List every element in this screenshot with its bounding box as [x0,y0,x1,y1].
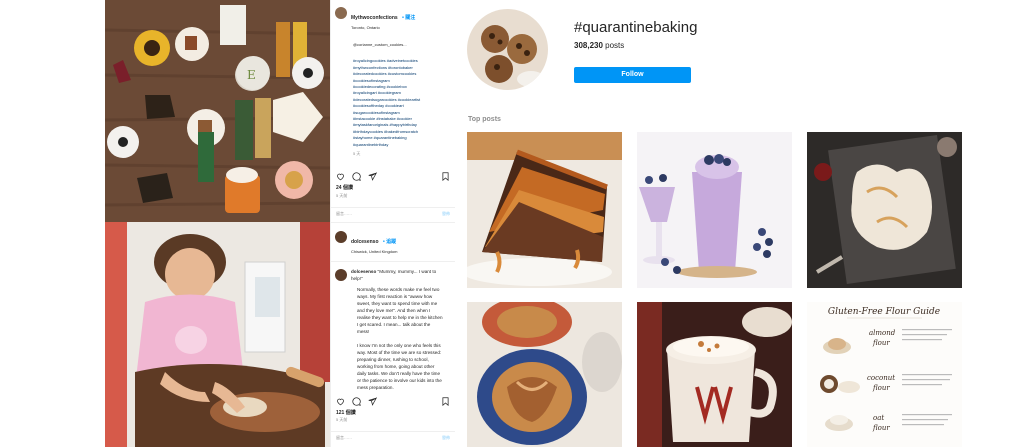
flour-name-coconut: coconut [867,374,895,382]
caption-age: 5 天 [353,151,361,157]
post-actions [336,397,450,406]
post-date: 5 天前 [336,417,348,422]
post-username[interactable]: Mythwoconfections [351,15,398,21]
hashtag-title: #quarantinebaking [574,19,698,36]
flour-name-almond-2: flour [872,339,890,347]
comment-input[interactable]: 留言…… [336,211,352,216]
post-comment-button[interactable]: 發佈 [442,211,450,216]
post-detail-panel-1: Mythwoconfections • 關注 Toronto, Ontario … [330,0,455,222]
flour-guide-title: Gluten-Free Flour Guide [828,307,940,317]
post-comment-button[interactable]: 發佈 [442,435,450,440]
post-detail-panel-2: dolcesenso • 追蹤 Chiswick, United Kingdom… [330,222,455,447]
follow-link[interactable]: • 關注 [402,15,415,21]
top-posts-label: Top posts [468,116,501,123]
top-post-caramel-cake[interactable] [467,132,622,288]
follow-link[interactable]: • 追蹤 [383,239,396,245]
comment-icon[interactable] [352,172,361,181]
post-location[interactable]: Toronto, Ontario [351,25,415,30]
caption-body: Normally, these words make me feel two w… [357,287,443,390]
post-header: dolcesenso • 追蹤 Chiswick, United Kingdom [331,223,455,258]
bookmark-icon[interactable] [441,397,450,406]
comment-username[interactable]: dolcesenso [351,269,376,274]
post-actions [336,172,450,181]
post-image-cookies[interactable]: E [105,0,330,222]
caption-comment: dolcesenso "Mummy, mummy... I want to he… [331,261,455,391]
flour-name-coconut-2: flour [872,384,890,392]
top-post-latte-mug[interactable] [637,302,792,447]
post-username[interactable]: dolcesenso [351,239,379,245]
flour-name-oat-2: flour [872,424,890,432]
post-mention[interactable]: @corianne_custom_cookies... [331,34,455,48]
top-post-cinnamon-buns[interactable] [467,302,622,447]
post-image-child-baking[interactable] [105,222,330,447]
hashtag-avatar [467,9,548,90]
follow-button[interactable]: Follow [574,67,691,83]
svg-text:E: E [247,68,256,82]
share-icon[interactable] [368,172,377,181]
bookmark-icon[interactable] [441,172,450,181]
avatar[interactable] [335,7,347,19]
post-location[interactable]: Chiswick, United Kingdom [351,249,397,254]
top-post-berry-smoothie[interactable] [637,132,792,288]
post-date: 5 天前 [336,193,348,198]
instagram-screenshot: E Mythwoconfections • 關注 Toronto, Ontari… [0,0,1020,447]
flour-name-oat: oat [873,414,884,422]
like-count[interactable]: 24 個讚 [336,184,353,191]
post-count-number: 308,230 [574,41,603,50]
comment-icon[interactable] [352,397,361,406]
top-post-meringue[interactable] [807,132,962,288]
comment-bar: 留言…… 發佈 [331,207,455,219]
avatar[interactable] [335,231,347,243]
like-count[interactable]: 121 個讚 [336,409,356,416]
flour-name-almond: almond [869,329,896,337]
post-count: 308,230 posts [574,41,624,50]
post-hashtags[interactable]: #royalicingcookies #adveinetcookies #myt… [331,48,455,148]
heart-icon[interactable] [336,397,345,406]
post-header: Mythwoconfections • 關注 Toronto, Ontario [331,0,455,34]
avatar[interactable] [335,269,347,281]
share-icon[interactable] [368,397,377,406]
top-post-flour-guide[interactable]: Gluten-Free Flour Guide almond flour coc… [807,302,962,447]
comment-bar: 留言…… 發佈 [331,431,455,443]
post-count-label: posts [602,41,625,50]
heart-icon[interactable] [336,172,345,181]
comment-input[interactable]: 留言…… [336,435,352,440]
